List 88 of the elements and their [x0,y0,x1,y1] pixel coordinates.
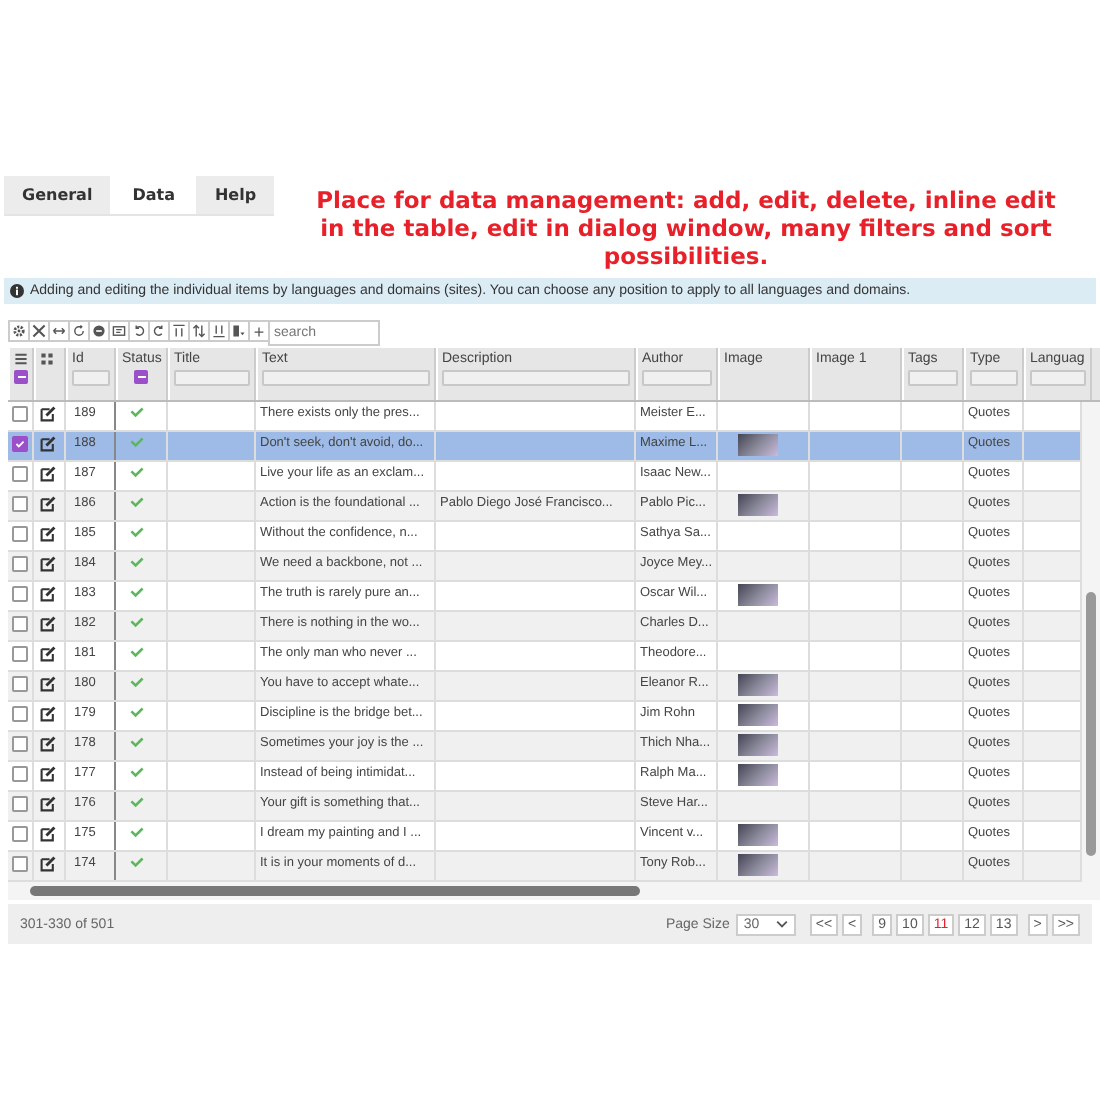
edit-icon[interactable] [40,736,56,752]
filter-field[interactable] [262,370,430,386]
tab[interactable]: Help [196,176,275,214]
check-icon [130,856,144,868]
check-icon [130,826,144,838]
status-filter-checkbox[interactable] [134,370,148,384]
select-all-checkbox[interactable] [14,370,28,384]
row-checkbox[interactable] [12,436,28,452]
filter-field[interactable] [174,370,250,386]
edit-icon[interactable] [40,526,56,542]
edit-icon[interactable] [40,856,56,872]
move-top-icon[interactable] [168,320,190,342]
minus-circle-icon[interactable] [88,320,110,342]
check-icon [130,586,144,598]
row-checkbox[interactable] [12,826,28,842]
info-icon [10,284,24,298]
photo-placeholder [738,734,778,756]
check-icon [130,556,144,568]
filter-field[interactable] [642,370,712,386]
caption-text: Place for data management: add, edit, delete, inline edit in the table, edit in dialog window, many filters and sort possibilities. [316,186,1056,270]
photo-placeholder [738,824,778,846]
edit-icon[interactable] [40,646,56,662]
row-checkbox[interactable] [12,616,28,632]
row-checkbox[interactable] [12,796,28,812]
photo-placeholder [738,674,778,696]
edit-icon[interactable] [40,586,56,602]
caret-icon [775,917,788,929]
sort-icon[interactable] [188,320,210,342]
vertical-scrollbar[interactable] [1082,402,1100,882]
row-checkbox[interactable] [12,406,28,422]
redo-icon[interactable] [148,320,170,342]
filter-field[interactable] [908,370,958,386]
check-icon [130,616,144,628]
edit-icon[interactable] [40,466,56,482]
row-checkbox[interactable] [12,856,28,872]
grid-icon[interactable] [40,352,54,366]
row-checkbox[interactable] [12,526,28,542]
edit-icon[interactable] [40,496,56,512]
row-checkbox[interactable] [12,556,28,572]
check-icon [130,736,144,748]
edit-icon[interactable] [40,556,56,572]
photo-placeholder [738,434,778,456]
edit-icon[interactable] [40,706,56,722]
check-icon [130,646,144,658]
filter-field[interactable] [442,370,630,386]
edit-icon[interactable] [40,826,56,842]
row-checkbox[interactable] [12,706,28,722]
resize-icon[interactable] [48,320,70,342]
photo-placeholder [738,704,778,726]
edit-icon[interactable] [40,616,56,632]
columns-icon[interactable] [228,320,250,342]
check-icon [130,496,144,508]
row-checkbox[interactable] [12,646,28,662]
edit-icon[interactable] [40,796,56,812]
check-icon [130,796,144,808]
undo-icon[interactable] [128,320,150,342]
edit-icon[interactable] [40,436,56,452]
check-icon [130,406,144,418]
move-bottom-icon[interactable] [208,320,230,342]
row-checkbox[interactable] [12,736,28,752]
row-checkbox[interactable] [12,586,28,602]
card-icon[interactable] [108,320,130,342]
check-icon [130,676,144,688]
filter-field[interactable] [1030,370,1086,386]
horizontal-scrollbar[interactable] [8,882,1100,900]
tab[interactable]: General [4,176,111,214]
check-icon [130,526,144,538]
filter-field[interactable] [970,370,1018,386]
row-checkbox[interactable] [12,766,28,782]
check-icon [130,706,144,718]
menu-icon[interactable] [14,352,28,366]
photo-placeholder [738,854,778,876]
check-icon [130,466,144,478]
row-checkbox[interactable] [12,496,28,512]
photo-placeholder [738,584,778,606]
edit-icon[interactable] [40,406,56,422]
refresh-icon[interactable] [68,320,90,342]
settings-icon[interactable] [8,320,30,342]
check-icon [130,436,144,448]
row-checkbox[interactable] [12,676,28,692]
photo-placeholder [738,494,778,516]
edit-icon[interactable] [40,766,56,782]
filter-field[interactable] [72,370,110,386]
photo-placeholder [738,764,778,786]
row-checkbox[interactable] [12,466,28,482]
edit-icon[interactable] [40,676,56,692]
check-icon [130,766,144,778]
add-button[interactable]: + [248,320,270,342]
